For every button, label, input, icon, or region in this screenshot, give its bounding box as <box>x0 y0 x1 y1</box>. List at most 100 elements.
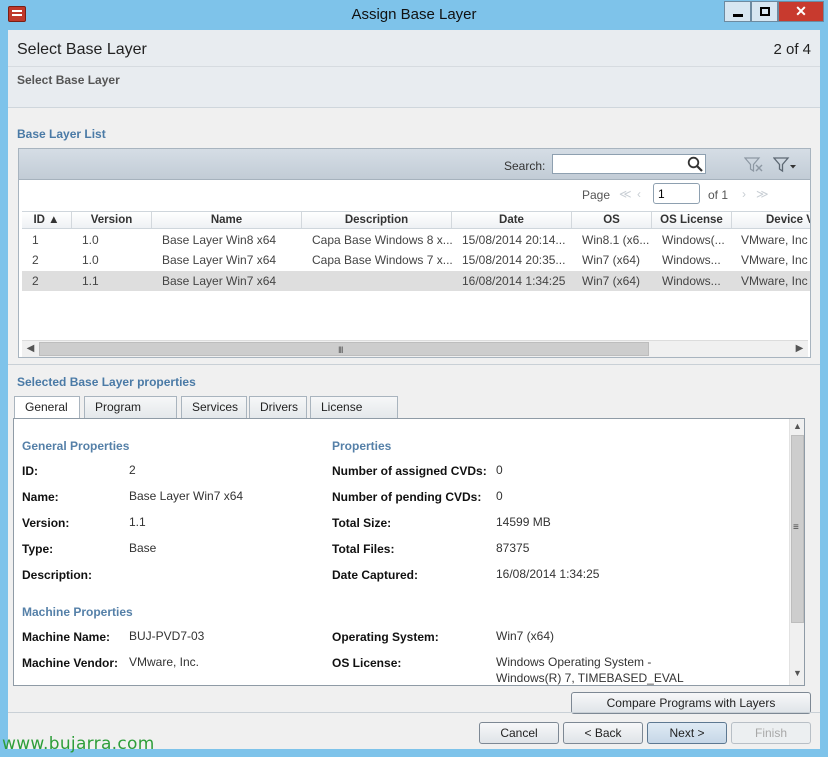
tab-license-keys[interactable]: License Keys <box>310 396 398 435</box>
page-number-input[interactable] <box>653 183 700 204</box>
column-header-version[interactable]: Version <box>72 212 152 228</box>
column-header-date[interactable]: Date <box>452 212 572 228</box>
table-row-selected[interactable]: 2 1.1 Base Layer Win7 x64 16/08/2014 1:3… <box>22 271 810 291</box>
search-label: Search: <box>504 159 546 173</box>
page-count: of 1 <box>708 188 729 202</box>
step-indicator: 2 of 4 <box>773 41 811 58</box>
table-row[interactable]: 1 1.0 Base Layer Win8 x64 Capa Base Wind… <box>22 230 810 250</box>
date-captured-value: 16/08/2014 1:34:25 <box>496 567 600 581</box>
cell-os: Win7 (x64) <box>582 253 641 267</box>
close-button[interactable]: ✕ <box>778 1 824 22</box>
cell-date: 15/08/2014 20:35... <box>462 253 566 267</box>
name-label: Name: <box>22 490 59 504</box>
operating-system-label: Operating System: <box>332 630 439 644</box>
minimize-button[interactable] <box>724 1 751 22</box>
header-divider <box>8 66 820 67</box>
scroll-grip-icon: ≡ <box>793 522 799 533</box>
column-header-device[interactable]: Device V <box>732 212 810 228</box>
cell-description <box>312 271 452 291</box>
cell-version: 1.0 <box>82 253 99 267</box>
total-files-label: Total Files: <box>332 542 395 556</box>
maximize-button[interactable] <box>751 1 778 22</box>
back-button[interactable]: < Back <box>563 722 643 744</box>
cell-os-license: Windows... <box>662 253 721 267</box>
clear-filter-icon[interactable] <box>744 156 764 173</box>
base-layer-grid: Search: Page ≪ ‹ of 1 › ≫ <box>18 148 811 358</box>
search-input[interactable] <box>552 154 706 174</box>
cell-device: VMware, Inc <box>741 274 808 288</box>
base-layer-list-heading: Base Layer List <box>17 127 106 141</box>
general-properties-heading: General Properties <box>22 439 130 453</box>
cell-device: VMware, Inc <box>741 253 808 267</box>
machine-name-value: BUJ-PVD7-03 <box>129 629 205 643</box>
page-label: Page <box>582 188 611 202</box>
type-label: Type: <box>22 542 54 556</box>
search-icon[interactable] <box>687 156 703 172</box>
total-size-value: 14599 MB <box>496 515 551 529</box>
total-files-value: 87375 <box>496 541 530 555</box>
pager: Page ≪ ‹ of 1 › ≫ <box>19 181 810 209</box>
selected-properties-heading: Selected Base Layer properties <box>17 375 196 389</box>
cell-date: 15/08/2014 20:14... <box>462 233 566 247</box>
next-button[interactable]: Next > <box>647 722 727 744</box>
version-label: Version: <box>22 516 70 530</box>
dialog-client: Select Base Layer 2 of 4 Select Base Lay… <box>8 30 820 749</box>
section-divider <box>8 364 820 365</box>
grid-column-header: ID ▲ Version Name Description Date OS OS… <box>22 211 810 229</box>
footer-divider <box>8 712 820 713</box>
cell-device: VMware, Inc <box>741 233 808 247</box>
grid-rows: 1 1.0 Base Layer Win8 x64 Capa Base Wind… <box>22 230 810 292</box>
tab-general[interactable]: General <box>14 396 80 420</box>
column-header-os[interactable]: OS <box>572 212 652 228</box>
type-value: Base <box>129 541 157 555</box>
vertical-scrollbar[interactable]: ▲ ≡ ▼ <box>789 419 804 685</box>
vertical-scroll-thumb[interactable]: ≡ <box>791 435 804 623</box>
scroll-right-icon[interactable]: ▶ <box>791 341 808 357</box>
next-page-icon[interactable]: › <box>742 187 746 201</box>
grid-toolbar: Search: <box>19 149 810 180</box>
machine-properties-heading: Machine Properties <box>22 605 133 619</box>
page-title: Select Base Layer <box>17 41 147 58</box>
window-title: Assign Base Layer <box>351 6 477 23</box>
tab-program-files[interactable]: Program Files <box>84 396 177 435</box>
cell-version: 1.0 <box>82 233 99 247</box>
os-license-value-line2: Windows(R) 7, TIMEBASED_EVAL <box>496 671 684 685</box>
cell-description: Capa Base Windows 8 x... <box>312 233 452 247</box>
description-label: Description: <box>22 568 93 582</box>
table-row[interactable]: 2 1.0 Base Layer Win7 x64 Capa Base Wind… <box>22 250 810 270</box>
machine-vendor-label: Machine Vendor: <box>22 656 119 670</box>
cell-name: Base Layer Win7 x64 <box>162 274 277 288</box>
date-captured-label: Date Captured: <box>332 568 419 582</box>
horizontal-scroll-thumb[interactable]: III <box>39 342 649 356</box>
column-header-os-license[interactable]: OS License <box>652 212 732 228</box>
close-icon: ✕ <box>795 3 807 19</box>
column-header-name[interactable]: Name <box>152 212 302 228</box>
machine-vendor-value: VMware, Inc. <box>129 655 200 669</box>
column-header-description[interactable]: Description <box>302 212 452 228</box>
compare-programs-button[interactable]: Compare Programs with Layers <box>571 692 811 714</box>
total-size-label: Total Size: <box>332 516 392 530</box>
minimize-icon <box>732 14 743 17</box>
finish-button[interactable]: Finish <box>731 722 811 744</box>
cell-date: 16/08/2014 1:34:25 <box>462 274 566 288</box>
column-header-id[interactable]: ID ▲ <box>22 212 72 228</box>
last-page-icon[interactable]: ≫ <box>756 187 769 201</box>
operating-system-value: Win7 (x64) <box>496 629 555 643</box>
prev-page-icon[interactable]: ‹ <box>637 187 641 201</box>
tab-drivers[interactable]: Drivers <box>249 396 307 419</box>
first-page-icon[interactable]: ≪ <box>619 187 632 201</box>
wizard-header: Select Base Layer 2 of 4 Select Base Lay… <box>8 30 820 108</box>
scroll-left-icon[interactable]: ◀ <box>22 341 39 357</box>
version-value: 1.1 <box>129 515 146 529</box>
horizontal-scrollbar[interactable]: ◀ III ▶ <box>22 340 808 357</box>
scroll-down-icon[interactable]: ▼ <box>790 668 804 682</box>
id-label: ID: <box>22 464 38 478</box>
os-license-value-line1: Windows Operating System - <box>496 655 652 669</box>
scroll-up-icon[interactable]: ▲ <box>790 421 804 435</box>
filter-dropdown-icon[interactable] <box>773 156 797 173</box>
tab-services[interactable]: Services <box>181 396 247 419</box>
cell-os-license: Windows... <box>662 274 721 288</box>
cell-id: 2 <box>32 274 39 288</box>
cancel-button[interactable]: Cancel <box>479 722 559 744</box>
page-subtitle: Select Base Layer <box>17 73 120 87</box>
